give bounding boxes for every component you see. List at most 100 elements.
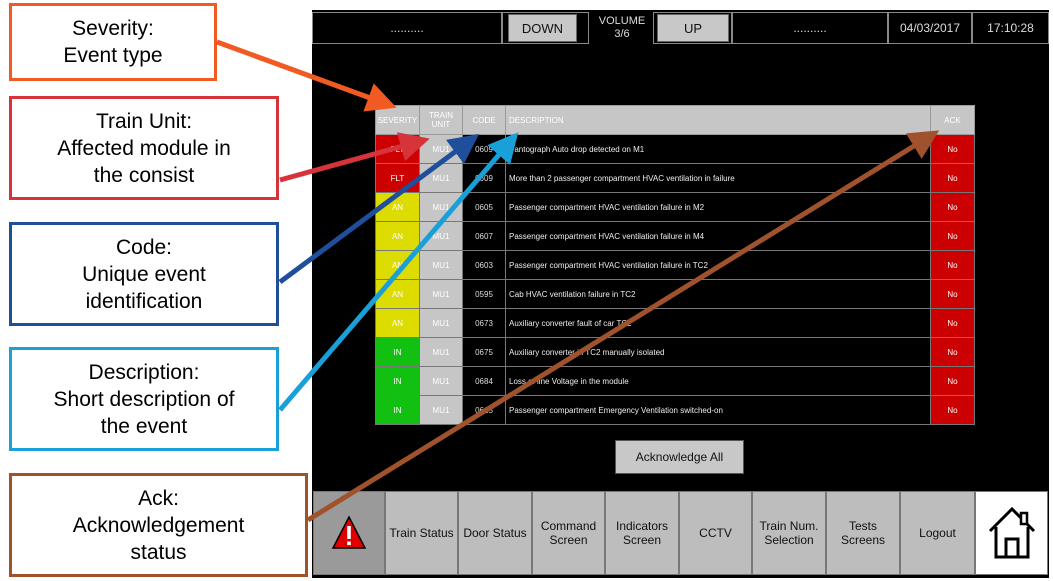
code-callout: Code: Unique event identification (9, 222, 279, 326)
callout-text: Event type (63, 44, 163, 67)
code-cell: 0603 (462, 250, 506, 280)
callout-title: Severity: (72, 17, 154, 40)
nav-train-status[interactable]: Train Status (385, 491, 458, 575)
callout-text: status (130, 540, 187, 564)
hmi-screen: .......... DOWN VOLUME 3/6 UP ..........… (312, 10, 1049, 578)
table-row[interactable]: AN MU1 0603 Passenger compartment HVAC vent… (375, 250, 975, 280)
nav-indicators-screen[interactable]: Indicators Screen (605, 491, 679, 575)
table-row[interactable]: AN MU1 0607 Passenger compartment HVAC vent… (375, 221, 975, 251)
callout-text: identification (85, 289, 203, 313)
train-unit-cell: MU1 (419, 366, 463, 396)
severity-cell: AN (375, 250, 420, 280)
train-unit-cell: MU1 (419, 337, 463, 367)
callout-text: Acknowledgement (72, 513, 245, 537)
severity-cell: AN (375, 192, 420, 222)
callout-text: Unique event (82, 262, 206, 286)
volume-indicator: VOLUME 3/6 (591, 12, 653, 44)
volume-value: 3/6 (614, 28, 630, 40)
callout-title: Train Unit: (95, 109, 193, 133)
description-cell: Passenger compartment HVAC ventilation f… (505, 250, 931, 280)
nav-tests-screens[interactable]: Tests Screens (826, 491, 900, 575)
nav-door-status[interactable]: Door Status (458, 491, 532, 575)
volume-label: VOLUME (598, 15, 646, 27)
table-row[interactable]: IN MU1 0684 Loss of line Voltage in the mod… (375, 366, 975, 396)
description-cell: Auxiliary converter fault of car TC2 (505, 308, 931, 338)
table-row[interactable]: FLT MU1 0609 More than 2 passenger compartm… (375, 163, 975, 193)
severity-cell: FLT (375, 134, 420, 164)
callout-title: Code: (115, 235, 173, 259)
code-cell: 0607 (462, 221, 506, 251)
severity-cell: AN (375, 279, 420, 309)
train-unit-callout: Train Unit: Affected module in the consi… (9, 96, 279, 200)
table-row[interactable]: AN MU1 0605 Passenger compartment HVAC vent… (375, 192, 975, 222)
severity-cell: IN (375, 337, 420, 367)
home-button[interactable] (975, 491, 1048, 575)
volume-down-button[interactable]: DOWN (508, 14, 577, 42)
ack-cell[interactable]: No (930, 163, 975, 193)
train-unit-cell: MU1 (419, 250, 463, 280)
description-cell: Passenger compartment HVAC ventilation f… (505, 192, 931, 222)
code-cell: 0675 (462, 337, 506, 367)
nav-cctv[interactable]: CCTV (679, 491, 752, 575)
callout-text: Short description of (53, 387, 235, 411)
table-row[interactable]: AN MU1 0595 Cab HVAC ventilation failure in… (375, 279, 975, 309)
description-callout: Description: Short description of the ev… (9, 347, 279, 451)
description-cell: More than 2 passenger compartment HVAC v… (505, 163, 931, 193)
ack-cell[interactable]: No (930, 192, 975, 222)
train-unit-cell: MU1 (419, 308, 463, 338)
home-icon (988, 506, 1035, 559)
train-unit-cell: MU1 (419, 279, 463, 309)
table-row[interactable]: AN MU1 0673 Auxiliary converter fault of ca… (375, 308, 975, 338)
ack-cell[interactable]: No (930, 337, 975, 367)
train-unit-cell: MU1 (419, 395, 463, 425)
ack-cell[interactable]: No (930, 250, 975, 280)
table-row[interactable]: FLT MU1 0609 Pantograph Auto drop detected … (375, 134, 975, 164)
description-header[interactable]: DESCRIPTION (505, 105, 931, 135)
code-cell: 0673 (462, 308, 506, 338)
alarm-button[interactable] (313, 491, 385, 575)
ack-header[interactable]: ACK (930, 105, 975, 135)
severity-cell: AN (375, 308, 420, 338)
table-row[interactable]: IN MU1 0675 Auxiliary converter in TC2 manu… (375, 337, 975, 367)
volume-up-button[interactable]: UP (657, 14, 729, 42)
table-row[interactable]: IN MU1 0615 Passenger compartment Emergency… (375, 395, 975, 425)
nav-train-num-selection[interactable]: Train Num. Selection (752, 491, 826, 575)
severity-cell: AN (375, 221, 420, 251)
ack-cell[interactable]: No (930, 221, 975, 251)
code-header[interactable]: CODE (462, 105, 506, 135)
description-cell: Pantograph Auto drop detected on M1 (505, 134, 931, 164)
code-cell: 0595 (462, 279, 506, 309)
description-cell: Loss of line Voltage in the module (505, 366, 931, 396)
code-cell: 0609 (462, 134, 506, 164)
acknowledge-all-button[interactable]: Acknowledge All (615, 440, 744, 474)
train-unit-cell: MU1 (419, 192, 463, 222)
description-cell: Passenger compartment HVAC ventilation f… (505, 221, 931, 251)
callout-text: the consist (93, 163, 195, 187)
severity-callout: Severity: Event type (9, 3, 217, 81)
ack-cell[interactable]: No (930, 395, 975, 425)
top-left-field: .......... (312, 12, 502, 44)
nav-command-screen[interactable]: Command Screen (532, 491, 605, 575)
severity-cell: FLT (375, 163, 420, 193)
time-display: 17:10:28 (972, 12, 1049, 44)
top-right-field: .......... (732, 12, 888, 44)
train-unit-cell: MU1 (419, 134, 463, 164)
ack-cell[interactable]: No (930, 134, 975, 164)
date-display: 04/03/2017 (888, 12, 972, 44)
train-unit-header[interactable]: TRAIN UNIT (419, 105, 463, 135)
callout-text: Affected module in (57, 136, 231, 160)
train-unit-cell: MU1 (419, 221, 463, 251)
code-cell: 0605 (462, 192, 506, 222)
severity-header[interactable]: SEVERITY (375, 105, 420, 135)
table-header-row: SEVERITY TRAIN UNIT CODE DESCRIPTION ACK (375, 105, 975, 135)
ack-callout: Ack: Acknowledgement status (9, 473, 308, 577)
callout-text: the event (100, 414, 188, 438)
description-cell: Cab HVAC ventilation failure in TC2 (505, 279, 931, 309)
ack-cell[interactable]: No (930, 279, 975, 309)
ack-cell[interactable]: No (930, 366, 975, 396)
callout-title: Ack: (138, 486, 179, 510)
ack-cell[interactable]: No (930, 308, 975, 338)
warning-triangle-icon (331, 515, 367, 549)
nav-logout[interactable]: Logout (900, 491, 975, 575)
callout-title: Description: (88, 360, 200, 384)
